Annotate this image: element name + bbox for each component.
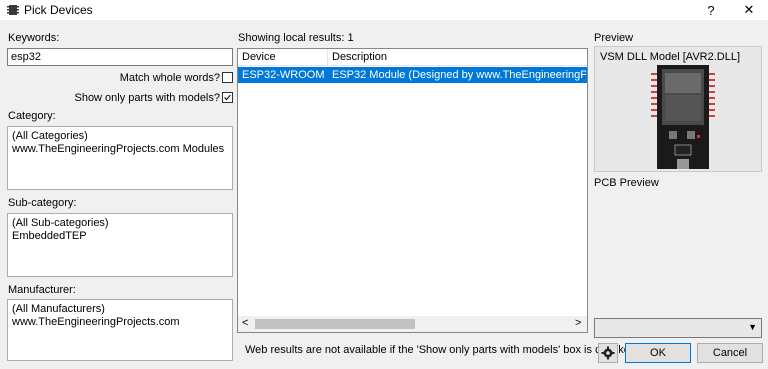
title-bar: Pick Devices ? ✕ <box>0 0 768 20</box>
ok-button[interactable]: OK <box>625 343 691 363</box>
preview-label: Preview <box>594 32 634 44</box>
list-item[interactable]: (All Categories) <box>12 130 228 143</box>
web-results-note: Web results are not available if the 'Sh… <box>245 344 637 356</box>
manufacturer-label: Manufacturer: <box>8 284 76 296</box>
scroll-left-icon[interactable]: < <box>242 317 248 329</box>
horizontal-scrollbar[interactable]: < > <box>238 316 587 332</box>
match-whole-words-checkbox[interactable] <box>222 72 233 83</box>
cancel-button[interactable]: Cancel <box>697 343 763 363</box>
scroll-right-icon[interactable]: > <box>575 317 581 329</box>
help-button[interactable]: ? <box>694 0 728 20</box>
subcategory-label: Sub-category: <box>8 197 77 209</box>
table-row[interactable]: ESP32-WROOM ESP32 Module (Designed by ww… <box>238 67 587 83</box>
show-only-models-checkbox[interactable] <box>222 92 233 103</box>
results-table[interactable]: Device Description ESP32-WROOM ESP32 Mod… <box>237 48 588 333</box>
window-title: Pick Devices <box>24 3 93 17</box>
category-label: Category: <box>8 110 56 122</box>
list-item[interactable]: (All Manufacturers) <box>12 303 228 316</box>
close-icon: ✕ <box>743 2 755 17</box>
keywords-label: Keywords: <box>8 32 60 44</box>
list-item[interactable]: www.TheEngineeringProjects.com <box>12 316 228 329</box>
keywords-value: esp32 <box>11 51 41 63</box>
column-header-description[interactable]: Description <box>328 49 587 66</box>
footer-dropdown[interactable]: ▼ <box>594 318 762 338</box>
column-header-device[interactable]: Device <box>238 49 328 66</box>
settings-button[interactable] <box>598 343 618 363</box>
keywords-input[interactable]: esp32 <box>7 48 233 66</box>
model-text: VSM DLL Model [AVR2.DLL] <box>600 51 741 63</box>
esp32-board-image <box>651 65 715 169</box>
list-item[interactable]: www.TheEngineeringProjects.com Modules <box>12 143 228 156</box>
close-button[interactable]: ✕ <box>732 0 766 20</box>
list-item[interactable]: EmbeddedTEP <box>12 230 228 243</box>
match-whole-words-label: Match whole words? <box>119 72 220 84</box>
category-list[interactable]: (All Categories) www.TheEngineeringProje… <box>7 126 233 190</box>
results-header: Showing local results: 1 <box>238 32 354 44</box>
subcategory-list[interactable]: (All Sub-categories) EmbeddedTEP <box>7 213 233 277</box>
pcb-preview-label: PCB Preview <box>594 177 659 189</box>
manufacturer-list[interactable]: (All Manufacturers) www.TheEngineeringPr… <box>7 299 233 361</box>
chip-icon <box>7 5 19 15</box>
device-cell: ESP32-WROOM <box>242 69 325 81</box>
chevron-down-icon: ▼ <box>748 322 757 332</box>
description-cell: ESP32 Module (Designed by www.TheEnginee… <box>332 69 586 81</box>
preview-pane: VSM DLL Model [AVR2.DLL] <box>594 46 762 172</box>
gear-icon <box>601 346 615 360</box>
show-only-models-label: Show only parts with models? <box>74 92 220 104</box>
list-item[interactable]: (All Sub-categories) <box>12 217 228 230</box>
check-icon <box>224 94 231 101</box>
scrollbar-thumb[interactable] <box>255 319 415 329</box>
